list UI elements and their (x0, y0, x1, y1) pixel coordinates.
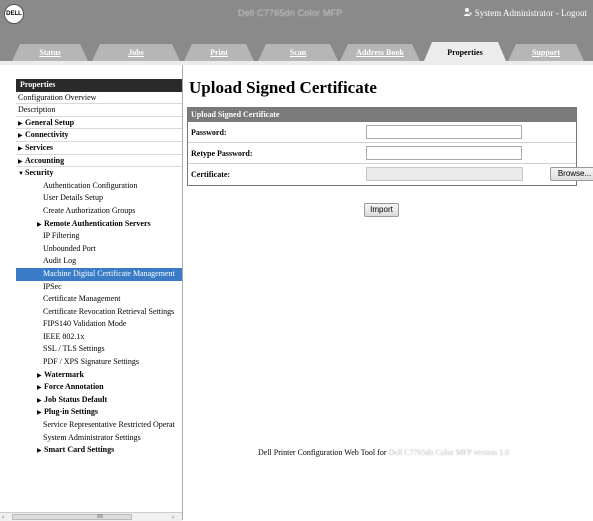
password-input[interactable] (366, 125, 522, 139)
nav-label: General Setup (25, 117, 75, 127)
collapse-arrow-icon: ▼ (18, 171, 24, 178)
nav-ieee-8021x[interactable]: IEEE 802.1x (16, 331, 182, 344)
expand-arrow-icon: ▶ (18, 133, 23, 140)
tab-status[interactable]: Status (12, 44, 88, 61)
expand-arrow-icon: ▶ (37, 410, 42, 417)
nav-header-properties[interactable]: Properties (16, 79, 182, 92)
nav-plug-in-settings[interactable]: ▶ Plug-in Settings (16, 406, 182, 419)
nav-remote-authentication-servers[interactable]: ▶ Remote Authentication Servers (16, 218, 182, 231)
nav-force-annotation[interactable]: ▶ Force Annotation (16, 381, 182, 394)
user-name: System Administrator (474, 8, 554, 18)
nav-security[interactable]: ▼Security (16, 167, 182, 180)
nav-ipsec[interactable]: IPSec (16, 281, 182, 294)
nav-label: Force Annotation (44, 382, 104, 392)
nav-description[interactable]: Description (16, 104, 182, 117)
nav-connectivity[interactable]: ▶ Connectivity (16, 129, 182, 142)
logout-link[interactable]: Logout (561, 8, 587, 18)
nav-label: Smart Card Settings (44, 445, 115, 455)
nav-label: Watermark (44, 369, 84, 379)
expand-arrow-icon: ▶ (18, 145, 23, 152)
scroll-thumb[interactable]: III (12, 514, 132, 520)
nav-label: Connectivity (25, 130, 69, 140)
nav-create-authorization-groups[interactable]: Create Authorization Groups (16, 205, 182, 218)
nav-configuration-overview[interactable]: Configuration Overview (16, 92, 182, 105)
nav-label: Services (25, 142, 53, 152)
expand-arrow-icon: ▶ (37, 385, 42, 392)
nav-label: Job Status Default (44, 394, 108, 404)
user-area: System Administrator - Logout (463, 7, 587, 18)
top-bar: DELL Dell C7765dn Color MFP System Admin… (0, 0, 593, 27)
footer-text: Dell Printer Configuration Web Tool for (258, 448, 387, 457)
tab-print[interactable]: Print (184, 44, 254, 61)
nav-service-representative-restricted-operation[interactable]: Service Representative Restricted Operat (16, 419, 182, 432)
certificate-row: Certificate: Browse... (188, 164, 593, 185)
retype-password-label: Retype Password: (191, 149, 253, 158)
left-navigation: Properties Configuration Overview Descri… (0, 65, 183, 520)
nav-general-setup[interactable]: ▶ General Setup (16, 117, 182, 130)
tab-properties[interactable]: Properties (424, 42, 506, 61)
expand-arrow-icon: ▶ (37, 448, 42, 455)
nav-label: Security (25, 168, 54, 178)
expand-arrow-icon: ▶ (18, 158, 23, 165)
nav-label: Plug-in Settings (44, 407, 99, 417)
expand-arrow-icon: ▶ (37, 372, 42, 379)
password-row: Password: (188, 122, 576, 143)
dell-logo: DELL (4, 4, 24, 24)
nav-job-status-default[interactable]: ▶ Job Status Default (16, 394, 182, 407)
nav-accounting[interactable]: ▶ Accounting (16, 155, 182, 168)
retype-password-input[interactable] (366, 146, 522, 160)
nav-unbounded-port[interactable]: Unbounded Port (16, 243, 182, 256)
nav-services[interactable]: ▶ Services (16, 142, 182, 155)
tab-address-book[interactable]: Address Book (340, 44, 420, 61)
nav-certificate-revocation-retrieval-settings[interactable]: Certificate Revocation Retrieval Setting… (16, 306, 182, 319)
nav-label: Remote Authentication Servers (44, 218, 151, 228)
nav-list: Properties Configuration Overview Descri… (16, 79, 182, 457)
tab-jobs[interactable]: Jobs (92, 44, 180, 61)
nav-ip-filtering[interactable]: IP Filtering (16, 230, 182, 243)
tab-scan[interactable]: Scan (258, 44, 338, 61)
retype-password-row: Retype Password: (188, 143, 576, 164)
nav-system-administrator-settings[interactable]: System Administrator Settings (16, 432, 182, 445)
nav-machine-digital-certificate-management[interactable]: Machine Digital Certificate Management (16, 267, 182, 281)
certificate-label: Certificate: (191, 170, 231, 179)
user-icon (463, 7, 472, 18)
footer-model: Dell C7765dn Color MFP version 1.0 (388, 448, 510, 457)
nav-watermark[interactable]: ▶ Watermark (16, 369, 182, 382)
upload-certificate-form: Upload Signed Certificate Password: Rety… (187, 107, 593, 186)
nav-pdf-xps-signature-settings[interactable]: PDF / XPS Signature Settings (16, 356, 182, 369)
nav-smart-card-settings[interactable]: ▶ Smart Card Settings (16, 444, 182, 457)
nav-audit-log[interactable]: Audit Log (16, 255, 182, 268)
expand-arrow-icon: ▶ (37, 397, 42, 404)
tab-support[interactable]: Support (508, 44, 584, 61)
nav-authentication-configuration[interactable]: Authentication Configuration (16, 180, 182, 193)
nav-fips140-validation-mode[interactable]: FIPS140 Validation Mode (16, 318, 182, 331)
nav-ssl-tls-settings[interactable]: SSL / TLS Settings (16, 343, 182, 356)
separator: - (553, 8, 561, 18)
device-title: Dell C7765dn Color MFP (238, 8, 343, 18)
nav-certificate-management[interactable]: Certificate Management (16, 293, 182, 306)
password-label: Password: (191, 128, 227, 137)
nav-user-details-setup[interactable]: User Details Setup (16, 192, 182, 205)
nav-label: Accounting (25, 155, 65, 165)
page-title: Upload Signed Certificate (189, 78, 377, 97)
expand-arrow-icon: ▶ (18, 120, 23, 127)
scroll-grip-icon: III (97, 514, 103, 520)
form-header: Upload Signed Certificate (188, 108, 576, 122)
certificate-file-path (366, 167, 523, 181)
expand-arrow-icon: ▶ (37, 221, 42, 228)
footer: Dell Printer Configuration Web Tool for … (258, 448, 509, 457)
browse-button[interactable]: Browse... (550, 167, 593, 181)
import-button[interactable]: Import (364, 203, 399, 217)
